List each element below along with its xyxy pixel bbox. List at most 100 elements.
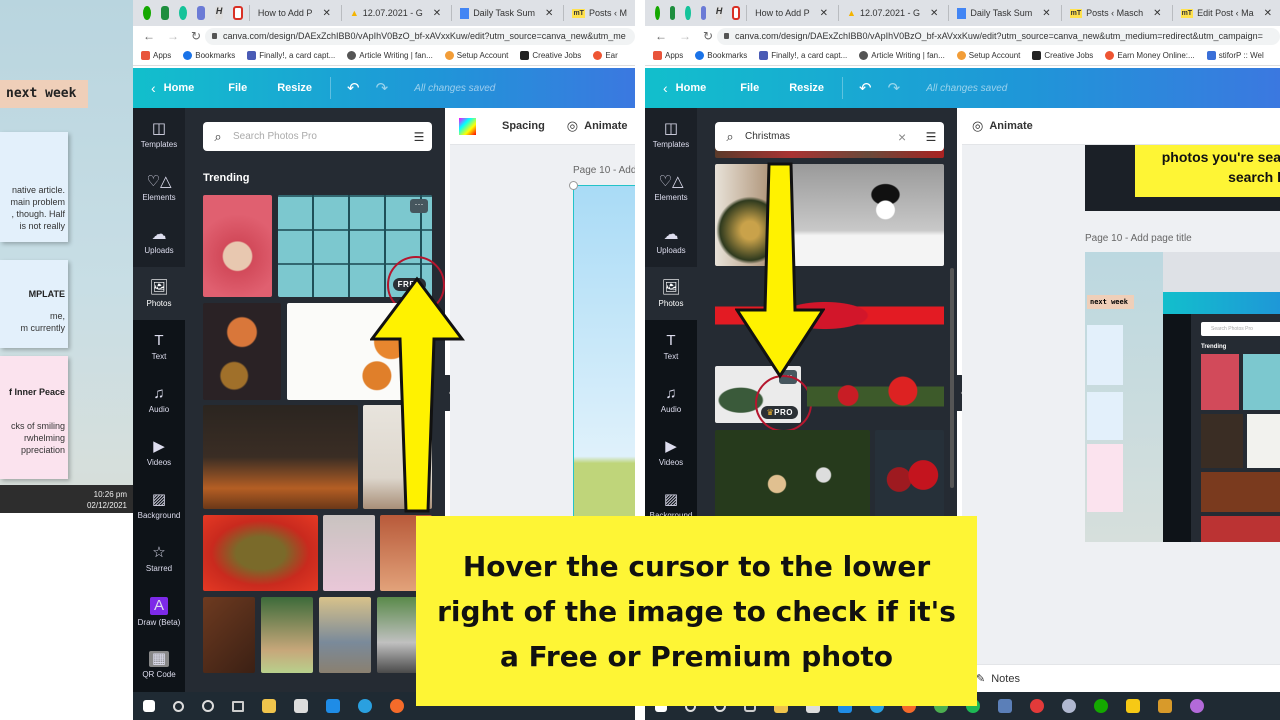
bookmark-item[interactable]: Apps	[653, 51, 683, 60]
app-icon[interactable]	[700, 6, 706, 20]
store-icon[interactable]	[294, 699, 308, 713]
browser-tab[interactable]: How to Add P ✕	[746, 5, 836, 21]
cortana-icon[interactable]	[202, 700, 214, 712]
rail-item-qr-code[interactable]: ▦ QR Code	[133, 638, 185, 691]
close-tab-icon[interactable]: ✕	[1264, 8, 1272, 19]
resize-button[interactable]: Resize	[789, 82, 824, 94]
rail-item-background[interactable]: ▨ Background	[133, 479, 185, 532]
file-menu-button[interactable]: File	[740, 82, 759, 94]
firefox-icon[interactable]	[390, 699, 404, 713]
file-menu-button[interactable]: File	[228, 82, 247, 94]
previous-page-preview[interactable]: photos you're sea search l	[1085, 145, 1280, 211]
gmail-icon[interactable]	[732, 6, 741, 20]
mail-icon[interactable]	[326, 699, 340, 713]
reload-icon[interactable]: ↻	[703, 29, 713, 43]
forward-icon[interactable]: →	[167, 29, 179, 43]
browser-tab[interactable]: mT Edit Post ‹ Ma ✕	[1171, 5, 1280, 21]
browser-tab[interactable]: Daily Task Sum ✕	[451, 5, 561, 21]
close-tab-icon[interactable]: ✕	[930, 8, 938, 19]
reload-icon[interactable]: ↻	[191, 29, 201, 43]
photo-thumbnail[interactable]	[203, 515, 318, 591]
browser-tab[interactable]: Daily Task Sum ✕	[948, 5, 1058, 21]
forward-icon[interactable]: →	[679, 29, 691, 43]
browser-tab[interactable]: ▲ 12.07.2021 - G ✕	[838, 5, 946, 21]
photo-thumbnail[interactable]	[203, 405, 358, 509]
sheets-icon[interactable]	[670, 6, 676, 20]
filter-sliders-icon[interactable]: ☰	[406, 130, 432, 144]
browser-tab[interactable]: mT Posts ‹ Masch ✕	[1060, 5, 1170, 21]
close-tab-icon[interactable]: ✕	[1153, 8, 1161, 19]
clear-search-icon[interactable]: ×	[898, 129, 918, 145]
rail-item-videos[interactable]: ▶ Videos	[133, 426, 185, 479]
bookmark-item[interactable]: Creative Jobs	[520, 51, 581, 60]
photo-thumbnail[interactable]	[875, 430, 944, 520]
undo-icon[interactable]: ↶	[347, 79, 360, 97]
file-explorer-icon[interactable]	[262, 699, 276, 713]
messenger-icon[interactable]	[1190, 699, 1204, 713]
bookmark-item[interactable]: stiforP :: Wel	[1206, 51, 1264, 60]
home-button[interactable]: Home	[164, 82, 195, 94]
redo-icon[interactable]: ↷	[888, 79, 901, 97]
upwork-icon[interactable]	[655, 6, 661, 20]
grammarly-icon[interactable]	[685, 6, 691, 20]
close-tab-icon[interactable]: ✕	[545, 8, 553, 19]
resize-button[interactable]: Resize	[277, 82, 312, 94]
animate-button[interactable]: Animate	[584, 120, 627, 132]
back-icon[interactable]: ←	[655, 29, 667, 43]
design-page[interactable]: next week Search Photos Pro Trending	[1085, 252, 1280, 542]
bookmark-item[interactable]: Setup Account	[956, 51, 1020, 60]
color-picker-icon[interactable]	[459, 117, 476, 135]
rail-item-starred[interactable]: ☆ Starred	[133, 532, 185, 585]
rail-item-text[interactable]: T Text	[645, 320, 697, 373]
chevron-left-icon[interactable]: ‹	[663, 80, 668, 96]
spacing-button[interactable]: Spacing	[502, 120, 545, 132]
close-tab-icon[interactable]: ✕	[820, 8, 828, 19]
url-field[interactable]: canva.com/design/DAExZchIBB0/vApIhV0BzO_…	[205, 27, 635, 45]
design-page[interactable]	[573, 185, 635, 525]
photo-thumbnail[interactable]	[203, 597, 255, 673]
rail-item-text[interactable]: T Text	[133, 320, 185, 373]
photo-search-input[interactable]: ⌕ Christmas × ☰	[715, 122, 944, 151]
h-icon[interactable]: H	[215, 6, 224, 20]
calculator-icon[interactable]	[998, 699, 1012, 713]
resize-handle[interactable]	[569, 181, 578, 190]
bookmark-item[interactable]: Bookmarks	[183, 51, 235, 60]
undo-icon[interactable]: ↶	[859, 79, 872, 97]
chevron-left-icon[interactable]: ‹	[151, 80, 156, 96]
sticky-note[interactable]: MPLATE me, m currently	[0, 260, 68, 348]
app-icon[interactable]	[1158, 699, 1172, 713]
photo-thumbnail[interactable]	[261, 597, 313, 673]
rail-item-photos[interactable]: 🖼 Photos	[645, 267, 697, 320]
bookmark-item[interactable]: Apps	[141, 51, 171, 60]
redo-icon[interactable]: ↷	[376, 79, 389, 97]
app-icon[interactable]	[1062, 699, 1076, 713]
close-tab-icon[interactable]: ✕	[1042, 8, 1050, 19]
rail-item-templates[interactable]: ◫ Templates	[645, 108, 697, 161]
rail-item-photos[interactable]: 🖼 Photos	[133, 267, 185, 320]
sticky-note[interactable]: native article. main problem , though. H…	[0, 132, 68, 242]
back-icon[interactable]: ←	[143, 29, 155, 43]
bookmark-item[interactable]: Bookmarks	[695, 51, 747, 60]
rail-item-uploads[interactable]: ☁ Uploads	[133, 214, 185, 267]
photo-thumbnail[interactable]	[807, 373, 944, 418]
upwork-icon[interactable]	[143, 6, 152, 20]
bookmark-item[interactable]: Article Writing | fan...	[347, 51, 433, 60]
h-icon[interactable]: H	[715, 6, 723, 20]
rail-item-elements[interactable]: ♡△ Elements	[133, 161, 185, 214]
gmail-icon[interactable]	[233, 6, 243, 20]
close-tab-icon[interactable]: ✕	[433, 8, 441, 19]
url-field[interactable]: canva.com/design/DAExZchIBB0/vApIhV0BzO_…	[717, 27, 1280, 45]
app-icon[interactable]	[1030, 699, 1044, 713]
sticky-note[interactable]: f Inner Peace cks of smiling rwhelming p…	[0, 356, 68, 479]
scrollbar[interactable]	[950, 268, 954, 488]
bookmark-item[interactable]: Article Writing | fan...	[859, 51, 945, 60]
rail-item-audio[interactable]: ♫ Audio	[645, 373, 697, 426]
bookmark-item[interactable]: Finally!, a card capt...	[759, 51, 847, 60]
bookmark-item[interactable]: Setup Account	[444, 51, 508, 60]
notes-button[interactable]: Notes	[991, 673, 1020, 685]
app-icon[interactable]	[197, 6, 206, 20]
photo-thumbnail[interactable]	[319, 597, 371, 673]
filter-sliders-icon[interactable]: ☰	[918, 130, 944, 144]
bookmark-item[interactable]: Ear	[593, 51, 618, 60]
browser-tab[interactable]: mT Posts ‹ M	[563, 5, 635, 21]
